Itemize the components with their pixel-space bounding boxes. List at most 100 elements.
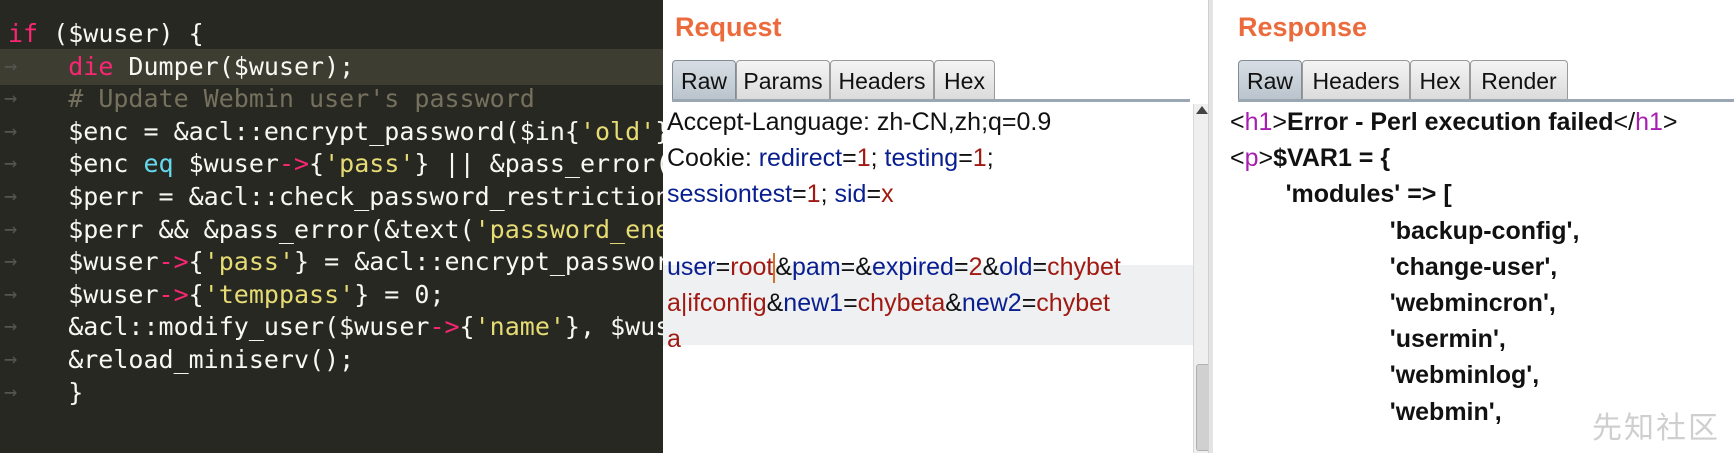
- text-token: =: [792, 180, 807, 209]
- code-token: }: [8, 377, 84, 407]
- code-line: → $wuser->{'pass'} = &acl::encrypt_passw…: [0, 244, 663, 280]
- code-line: → # Update Webmin user's password: [0, 81, 663, 117]
- response-tab-hex[interactable]: Hex: [1410, 60, 1470, 101]
- code-token: {: [309, 149, 325, 179]
- code-editor[interactable]: if ($wuser) {→ die Dumper($wuser); → # Up…: [0, 0, 663, 453]
- text-token: 1: [972, 144, 987, 173]
- code-token: 'pass': [324, 149, 415, 179]
- text-token: 'webmin',: [1230, 397, 1502, 426]
- text-token: &: [982, 252, 1000, 281]
- text-line: 'webmincron',: [1230, 285, 1556, 321]
- code-token: {: [188, 247, 204, 277]
- code-token: # Update Webmin user's password: [68, 84, 535, 114]
- text-line: user=root&pam=&expired=2&old=chybet: [667, 249, 1121, 285]
- text-token: user: [667, 252, 716, 281]
- text-token: =&: [840, 252, 872, 281]
- text-token: old: [999, 252, 1033, 281]
- text-token: =: [842, 144, 857, 173]
- code-token: ->: [158, 279, 189, 309]
- code-token: } || &pass_error(: [414, 149, 663, 179]
- text-token: h1: [1244, 108, 1273, 136]
- code-token: $enc: [8, 149, 144, 179]
- text-token: &: [945, 289, 962, 317]
- text-token: =: [1021, 289, 1037, 317]
- code-token: {: [188, 279, 204, 309]
- code-line: → &reload_miniserv();: [0, 342, 663, 378]
- text-line: Cookie: redirect=1; testing=1;: [667, 140, 994, 176]
- text-token: ;: [986, 144, 994, 173]
- code-line: → }: [0, 375, 663, 411]
- response-title: Response: [1238, 12, 1368, 42]
- text-token: &: [775, 252, 793, 281]
- response-tab-headers[interactable]: Headers: [1302, 60, 1410, 101]
- code-token: } = &acl::encrypt_passwor: [294, 247, 663, 277]
- code-token: }, $wus: [564, 312, 663, 342]
- text-token: Cookie:: [667, 144, 759, 173]
- text-token: sid: [834, 180, 867, 209]
- text-token: =: [953, 252, 969, 281]
- watermark: 先知社区: [1592, 412, 1720, 445]
- text-token: 1: [806, 180, 821, 209]
- code-token: &reload_miniserv();: [8, 345, 355, 374]
- code-line: → die Dumper($wuser);: [0, 48, 663, 85]
- request-tab-hex[interactable]: Hex: [934, 60, 995, 101]
- text-line: 'usermin',: [1230, 321, 1506, 357]
- code-line: → $enc = &acl::encrypt_password($in{'old…: [0, 114, 663, 150]
- text-token: 'webmincron',: [1230, 289, 1556, 317]
- code-token: $perr && &pass_error(&text(: [8, 214, 475, 244]
- code-token: ->: [278, 149, 310, 179]
- text-token: Accept-Language: zh-CN,zh;q=0.9: [667, 108, 1052, 136]
- request-title: Request: [675, 12, 782, 42]
- code-line: → &acl::modify_user($wuser->{'name'}, $w…: [0, 309, 663, 345]
- text-token: <: [1230, 144, 1245, 173]
- text-line: 'modules' => [: [1230, 176, 1452, 212]
- response-tab-raw[interactable]: Raw: [1238, 60, 1302, 101]
- text-token: redirect: [758, 144, 843, 173]
- code-token: ->: [429, 312, 460, 342]
- code-token: $enc = &acl::encrypt_password($in{: [8, 116, 580, 146]
- text-line: 'webminlog',: [1230, 357, 1539, 393]
- text-line: <h1>Error - Perl execution failed</h1>: [1230, 104, 1678, 140]
- text-token: root: [730, 252, 774, 281]
- text-token: =: [1032, 252, 1048, 281]
- code-token: $wuser: [8, 279, 159, 309]
- text-line: Accept-Language: zh-CN,zh;q=0.9: [667, 104, 1051, 140]
- response-panel: Response Raw Headers Hex Render <h1>Error -…: [1213, 0, 1734, 453]
- text-token: chybet: [1036, 289, 1110, 317]
- code-token: $wuser: [8, 247, 159, 277]
- text-token: 'usermin',: [1230, 325, 1506, 354]
- text-token: p: [1244, 144, 1259, 173]
- code-token: {: [459, 312, 475, 342]
- text-token: 'change-user',: [1230, 252, 1558, 281]
- request-tab-headers[interactable]: Headers: [830, 60, 934, 101]
- text-token: ;: [820, 180, 835, 209]
- text-token: sessiontest: [667, 180, 793, 209]
- request-panel: Request Raw Params Headers Hex Accept-Langu…: [663, 0, 1213, 453]
- code-token: ($wuser) {: [38, 19, 204, 48]
- text-token: pam: [792, 252, 841, 281]
- text-line: a: [667, 321, 681, 357]
- text-token: <: [1230, 108, 1245, 136]
- code-token: 'temppass': [203, 279, 355, 309]
- text-token: new2: [961, 289, 1022, 317]
- text-line: a|ifconfig&new1=chybeta&new2=chybet: [667, 285, 1110, 321]
- request-tab-raw[interactable]: Raw: [672, 60, 736, 101]
- code-line: → $wuser->{'temppass'} = 0;: [0, 277, 663, 313]
- text-line: sessiontest=1; sid=x: [667, 176, 894, 212]
- text-token: &: [766, 289, 784, 317]
- code-line: → $perr && &pass_error(&text('password_e…: [0, 212, 663, 248]
- text-token: x: [881, 180, 894, 209]
- request-tab-params[interactable]: Params: [736, 60, 830, 101]
- text-token: >: [1258, 144, 1274, 173]
- response-tab-render[interactable]: Render: [1470, 60, 1568, 101]
- code-token: ->: [158, 247, 189, 277]
- text-token: Error - Perl execution failed: [1287, 108, 1614, 136]
- text-token: 'modules' => [: [1230, 180, 1452, 209]
- text-token: 'backup-config',: [1230, 216, 1580, 245]
- text-line: 'webmin',: [1230, 394, 1502, 430]
- scroll-up-icon[interactable]: [1196, 106, 1208, 114]
- code-token: if: [8, 19, 39, 48]
- text-token: =: [866, 180, 882, 209]
